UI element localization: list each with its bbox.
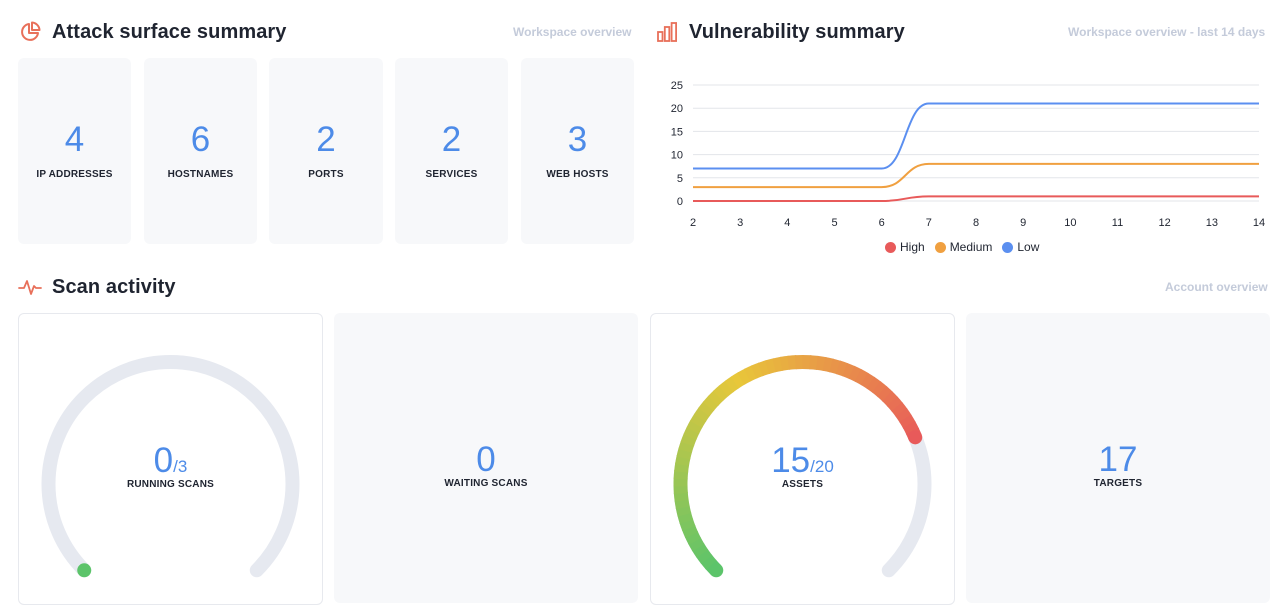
waiting-scans-count: 0 bbox=[476, 440, 495, 479]
waiting-scans-value: 0 bbox=[334, 440, 638, 480]
y-tick-label: 15 bbox=[671, 126, 683, 138]
tile-ports[interactable]: 2 PORTS bbox=[269, 58, 383, 244]
x-tick-label: 12 bbox=[1159, 217, 1171, 229]
legend-dot-icon bbox=[885, 242, 896, 253]
x-tick-label: 11 bbox=[1112, 217, 1123, 229]
tile-value: 2 bbox=[442, 122, 461, 157]
x-tick-label: 10 bbox=[1064, 217, 1076, 229]
y-tick-label: 0 bbox=[677, 196, 683, 208]
activity-pulse-icon bbox=[18, 275, 42, 299]
x-tick-label: 14 bbox=[1253, 217, 1265, 229]
y-tick-label: 5 bbox=[677, 173, 683, 185]
series-line-high bbox=[693, 196, 1259, 201]
tile-label: WEB HOSTS bbox=[546, 169, 608, 180]
tile-label: HOSTNAMES bbox=[168, 169, 234, 180]
vulnerability-chart-svg: 0 5 10 15 20 25 2 3 4 5 6 7 8 9 10 11 12 13 14 bbox=[655, 75, 1275, 235]
targets-count: 17 bbox=[1099, 440, 1138, 479]
series-line-low bbox=[693, 104, 1259, 169]
assets-label: ASSETS bbox=[651, 479, 954, 490]
tile-label: PORTS bbox=[308, 169, 343, 180]
x-tick-label: 6 bbox=[879, 217, 885, 229]
tile-ip-addresses[interactable]: 4 IP ADDRESSES bbox=[18, 58, 131, 244]
y-tick-label: 25 bbox=[671, 80, 683, 92]
targets-label: TARGETS bbox=[966, 478, 1270, 489]
tile-hostnames[interactable]: 6 HOSTNAMES bbox=[144, 58, 257, 244]
tile-web-hosts[interactable]: 3 WEB HOSTS bbox=[521, 58, 634, 244]
scan-activity-subtitle: Account overview bbox=[1165, 280, 1268, 294]
vulnerability-line-chart: 0 5 10 15 20 25 2 3 4 5 6 7 8 9 10 11 12 13 14 bbox=[655, 75, 1275, 265]
tile-label: SERVICES bbox=[426, 169, 478, 180]
targets-card[interactable]: 17 TARGETS bbox=[966, 313, 1270, 603]
chart-legend: High Medium Low bbox=[885, 240, 1049, 254]
running-scans-card[interactable]: 0/3 RUNNING SCANS bbox=[18, 313, 323, 605]
legend-label: High bbox=[900, 240, 925, 254]
targets-value: 17 bbox=[966, 440, 1270, 480]
running-scans-value: 0/3 bbox=[19, 441, 322, 481]
waiting-scans-card[interactable]: 0 WAITING SCANS bbox=[334, 313, 638, 603]
waiting-scans-label: WAITING SCANS bbox=[334, 478, 638, 489]
tile-value: 6 bbox=[191, 122, 210, 157]
tile-value: 3 bbox=[568, 122, 587, 157]
x-tick-label: 2 bbox=[690, 217, 696, 229]
gauge-cap-start bbox=[709, 563, 723, 577]
x-tick-label: 5 bbox=[831, 217, 837, 229]
tile-label: IP ADDRESSES bbox=[36, 169, 112, 180]
x-tick-label: 3 bbox=[737, 217, 743, 229]
attack-surface-header: Attack surface summary bbox=[18, 20, 287, 44]
assets-total: /20 bbox=[810, 457, 834, 476]
assets-count: 15 bbox=[771, 441, 810, 480]
vulnerability-subtitle: Workspace overview - last 14 days bbox=[1068, 25, 1265, 39]
scan-activity-header: Scan activity bbox=[18, 275, 176, 299]
series-line-medium bbox=[693, 164, 1259, 187]
legend-label: Low bbox=[1017, 240, 1039, 254]
gauge-progress-dot bbox=[77, 563, 91, 577]
vulnerability-title: Vulnerability summary bbox=[689, 21, 905, 44]
x-tick-label: 7 bbox=[926, 217, 932, 229]
bar-chart-icon bbox=[655, 20, 679, 44]
running-scans-count: 0 bbox=[154, 441, 173, 480]
legend-dot-icon bbox=[1002, 242, 1013, 253]
x-tick-label: 9 bbox=[1020, 217, 1026, 229]
legend-item-medium[interactable]: Medium bbox=[935, 240, 993, 254]
running-scans-total: /3 bbox=[173, 457, 187, 476]
tile-services[interactable]: 2 SERVICES bbox=[395, 58, 508, 244]
attack-surface-subtitle: Workspace overview bbox=[513, 25, 632, 39]
legend-dot-icon bbox=[935, 242, 946, 253]
vulnerability-header: Vulnerability summary bbox=[655, 20, 905, 44]
pie-chart-icon bbox=[18, 20, 42, 44]
attack-surface-title: Attack surface summary bbox=[52, 21, 287, 44]
x-tick-label: 4 bbox=[784, 217, 790, 229]
x-tick-label: 13 bbox=[1206, 217, 1218, 229]
x-tick-label: 8 bbox=[973, 217, 979, 229]
legend-label: Medium bbox=[950, 240, 993, 254]
legend-item-high[interactable]: High bbox=[885, 240, 925, 254]
scan-activity-title: Scan activity bbox=[52, 276, 176, 299]
y-tick-label: 10 bbox=[671, 150, 683, 162]
tile-value: 2 bbox=[316, 122, 335, 157]
assets-value: 15/20 bbox=[651, 441, 954, 481]
y-tick-label: 20 bbox=[671, 103, 683, 115]
legend-item-low[interactable]: Low bbox=[1002, 240, 1039, 254]
assets-card[interactable]: 15/20 ASSETS bbox=[650, 313, 955, 605]
running-scans-label: RUNNING SCANS bbox=[19, 479, 322, 490]
tile-value: 4 bbox=[65, 122, 84, 157]
